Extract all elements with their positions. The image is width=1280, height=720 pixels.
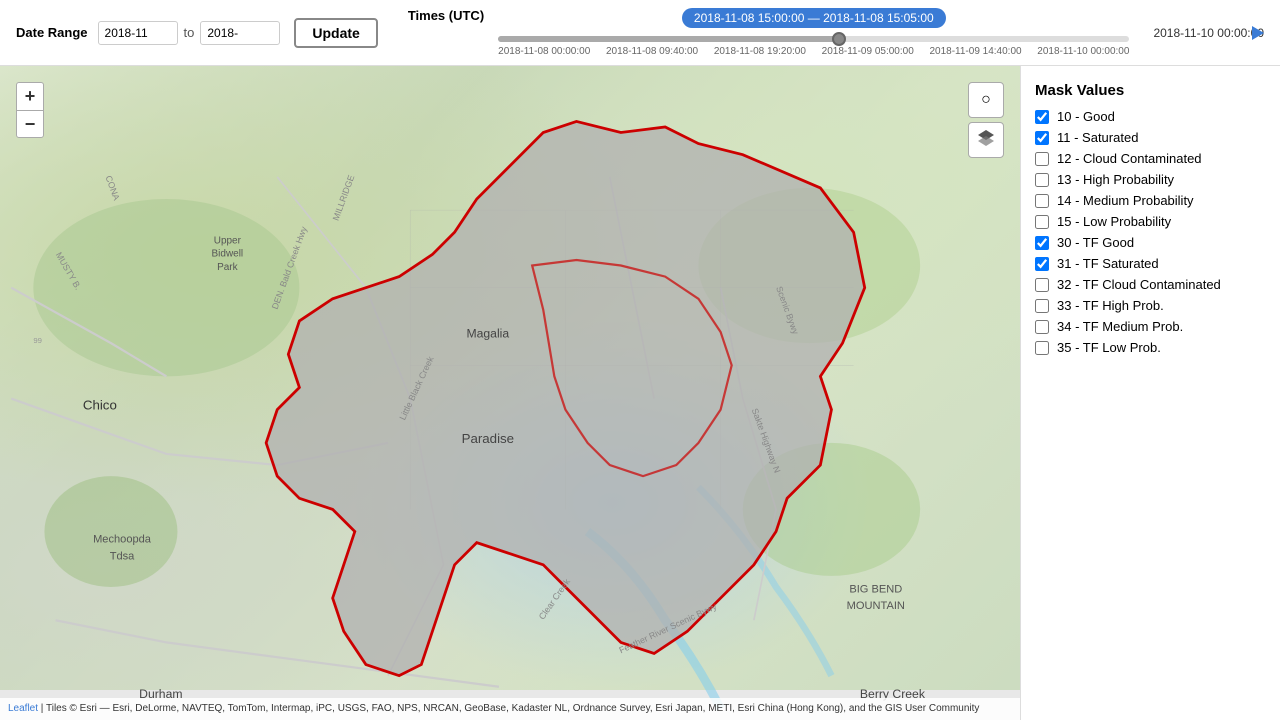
attribution-text: | Tiles © Esri — Esri, DeLorme, NAVTEQ, … — [38, 703, 979, 714]
time-ticks: 2018-11-08 00:00:00 2018-11-08 09:40:00 … — [498, 46, 1129, 57]
mask-item-34: 34 - TF Medium Prob. — [1035, 319, 1266, 334]
tick-1: 2018-11-08 09:40:00 — [606, 46, 698, 57]
end-time: 2018-11-10 00:00:00 — [1153, 26, 1264, 40]
tick-0: 2018-11-08 00:00:00 — [498, 46, 590, 57]
slider-end-arrow — [1252, 26, 1264, 40]
date-separator: to — [184, 25, 195, 40]
mask-item-14: 14 - Medium Probability — [1035, 193, 1266, 208]
mask-label-15[interactable]: 15 - Low Probability — [1057, 214, 1171, 229]
svg-text:Magalia: Magalia — [466, 327, 509, 341]
mask-label-33[interactable]: 33 - TF High Prob. — [1057, 298, 1164, 313]
mask-item-33: 33 - TF High Prob. — [1035, 298, 1266, 313]
date-from-input[interactable] — [98, 21, 178, 45]
mask-item-12: 12 - Cloud Contaminated — [1035, 151, 1266, 166]
mask-label-14[interactable]: 14 - Medium Probability — [1057, 193, 1194, 208]
time-slider-thumb[interactable] — [832, 32, 846, 46]
layers-icon — [976, 128, 996, 153]
map-tools: ○ — [968, 82, 1004, 158]
update-button[interactable]: Update — [294, 18, 377, 48]
mask-checkbox-35[interactable] — [1035, 341, 1049, 355]
mask-checkbox-15[interactable] — [1035, 215, 1049, 229]
svg-text:Park: Park — [217, 262, 238, 273]
mask-label-13[interactable]: 13 - High Probability — [1057, 172, 1174, 187]
date-range-label: Date Range — [16, 25, 88, 40]
mask-item-30: 30 - TF Good — [1035, 235, 1266, 250]
leaflet-link[interactable]: Leaflet — [8, 703, 38, 714]
mask-checkbox-11[interactable] — [1035, 131, 1049, 145]
svg-text:Chico: Chico — [83, 398, 117, 413]
mask-label-11[interactable]: 11 - Saturated — [1057, 130, 1138, 145]
zoom-in-button[interactable]: + — [16, 82, 44, 110]
mask-label-10[interactable]: 10 - Good — [1057, 109, 1115, 124]
date-to-input[interactable] — [200, 21, 280, 45]
mask-item-15: 15 - Low Probability — [1035, 214, 1266, 229]
mask-item-10: 10 - Good — [1035, 109, 1266, 124]
zoom-controls: + − — [16, 82, 44, 138]
svg-text:Clear Creek: Clear Creek — [537, 576, 573, 621]
svg-text:Mechoopda: Mechoopda — [93, 534, 152, 546]
times-label: Times (UTC) — [408, 8, 484, 23]
mask-values-list: 10 - Good 11 - Saturated 12 - Cloud Contam… — [1035, 109, 1266, 355]
mask-item-31: 31 - TF Saturated — [1035, 256, 1266, 271]
mask-checkbox-14[interactable] — [1035, 194, 1049, 208]
mask-label-31[interactable]: 31 - TF Saturated — [1057, 256, 1159, 271]
search-icon: ○ — [981, 91, 991, 109]
mask-checkbox-31[interactable] — [1035, 257, 1049, 271]
search-tool-button[interactable]: ○ — [968, 82, 1004, 118]
mask-label-34[interactable]: 34 - TF Medium Prob. — [1057, 319, 1183, 334]
mask-checkbox-12[interactable] — [1035, 152, 1049, 166]
svg-text:Bidwell: Bidwell — [212, 249, 244, 260]
mask-label-32[interactable]: 32 - TF Cloud Contaminated — [1057, 277, 1221, 292]
svg-text:99: 99 — [33, 336, 42, 345]
svg-text:MOUNTAIN: MOUNTAIN — [847, 600, 905, 612]
mask-checkbox-34[interactable] — [1035, 320, 1049, 334]
mask-item-32: 32 - TF Cloud Contaminated — [1035, 277, 1266, 292]
svg-text:Upper: Upper — [214, 235, 242, 246]
mask-checkbox-10[interactable] — [1035, 110, 1049, 124]
zoom-out-button[interactable]: − — [16, 110, 44, 138]
svg-text:Tdsa: Tdsa — [110, 550, 135, 562]
mask-checkbox-30[interactable] — [1035, 236, 1049, 250]
svg-text:Paradise: Paradise — [462, 431, 514, 446]
mask-item-11: 11 - Saturated — [1035, 130, 1266, 145]
tick-5: 2018-11-10 00:00:00 — [1037, 46, 1129, 57]
svg-text:BIG BEND: BIG BEND — [849, 584, 902, 596]
mask-label-35[interactable]: 35 - TF Low Prob. — [1057, 340, 1161, 355]
mask-checkbox-13[interactable] — [1035, 173, 1049, 187]
mask-item-35: 35 - TF Low Prob. — [1035, 340, 1266, 355]
svg-text:MILLRIDGE: MILLRIDGE — [331, 173, 357, 221]
mask-label-30[interactable]: 30 - TF Good — [1057, 235, 1134, 250]
mask-checkbox-33[interactable] — [1035, 299, 1049, 313]
mask-label-12[interactable]: 12 - Cloud Contaminated — [1057, 151, 1202, 166]
map-svg: Magalia Paradise Chico Mechoopda Tdsa Du… — [0, 66, 1020, 720]
tick-3: 2018-11-09 05:00:00 — [822, 46, 914, 57]
tick-2: 2018-11-08 19:20:00 — [714, 46, 806, 57]
layers-tool-button[interactable] — [968, 122, 1004, 158]
mask-item-13: 13 - High Probability — [1035, 172, 1266, 187]
sidebar-title: Mask Values — [1035, 82, 1266, 99]
time-range-display: 2018-11-08 15:00:00 — 2018-11-08 15:05:0… — [682, 8, 946, 28]
mask-checkbox-32[interactable] — [1035, 278, 1049, 292]
map-attribution: Leaflet | Tiles © Esri — Esri, DeLorme, … — [0, 698, 1020, 720]
svg-text:CONA: CONA — [104, 174, 122, 202]
tick-4: 2018-11-09 14:40:00 — [929, 46, 1021, 57]
